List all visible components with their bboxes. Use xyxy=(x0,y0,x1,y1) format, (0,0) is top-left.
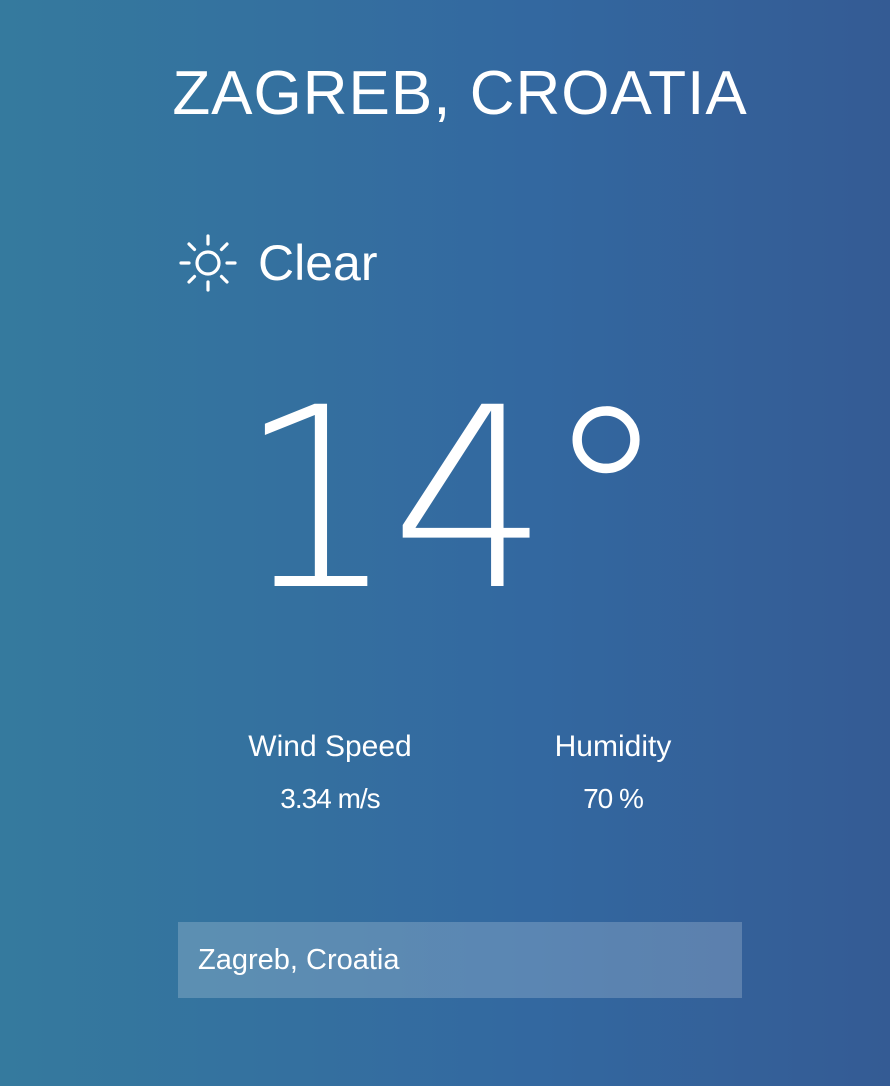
humidity-label: Humidity xyxy=(554,730,672,763)
wind-speed-label: Wind Speed xyxy=(248,730,412,763)
wind-speed-value: 3.34 m/s xyxy=(280,783,380,814)
sun-icon xyxy=(179,234,237,292)
weather-condition: Clear xyxy=(176,228,377,298)
humidity-value: 70 % xyxy=(583,783,644,814)
humidity-stat: Humidity 70 % xyxy=(513,725,713,816)
condition-label: Clear xyxy=(258,235,378,291)
temperature-value: 14° xyxy=(237,354,668,645)
city-title: ZAGREB, CROATIA xyxy=(172,59,748,128)
wind-speed-stat: Wind Speed 3.34 m/s xyxy=(230,725,430,816)
location-search-input[interactable] xyxy=(178,922,742,998)
